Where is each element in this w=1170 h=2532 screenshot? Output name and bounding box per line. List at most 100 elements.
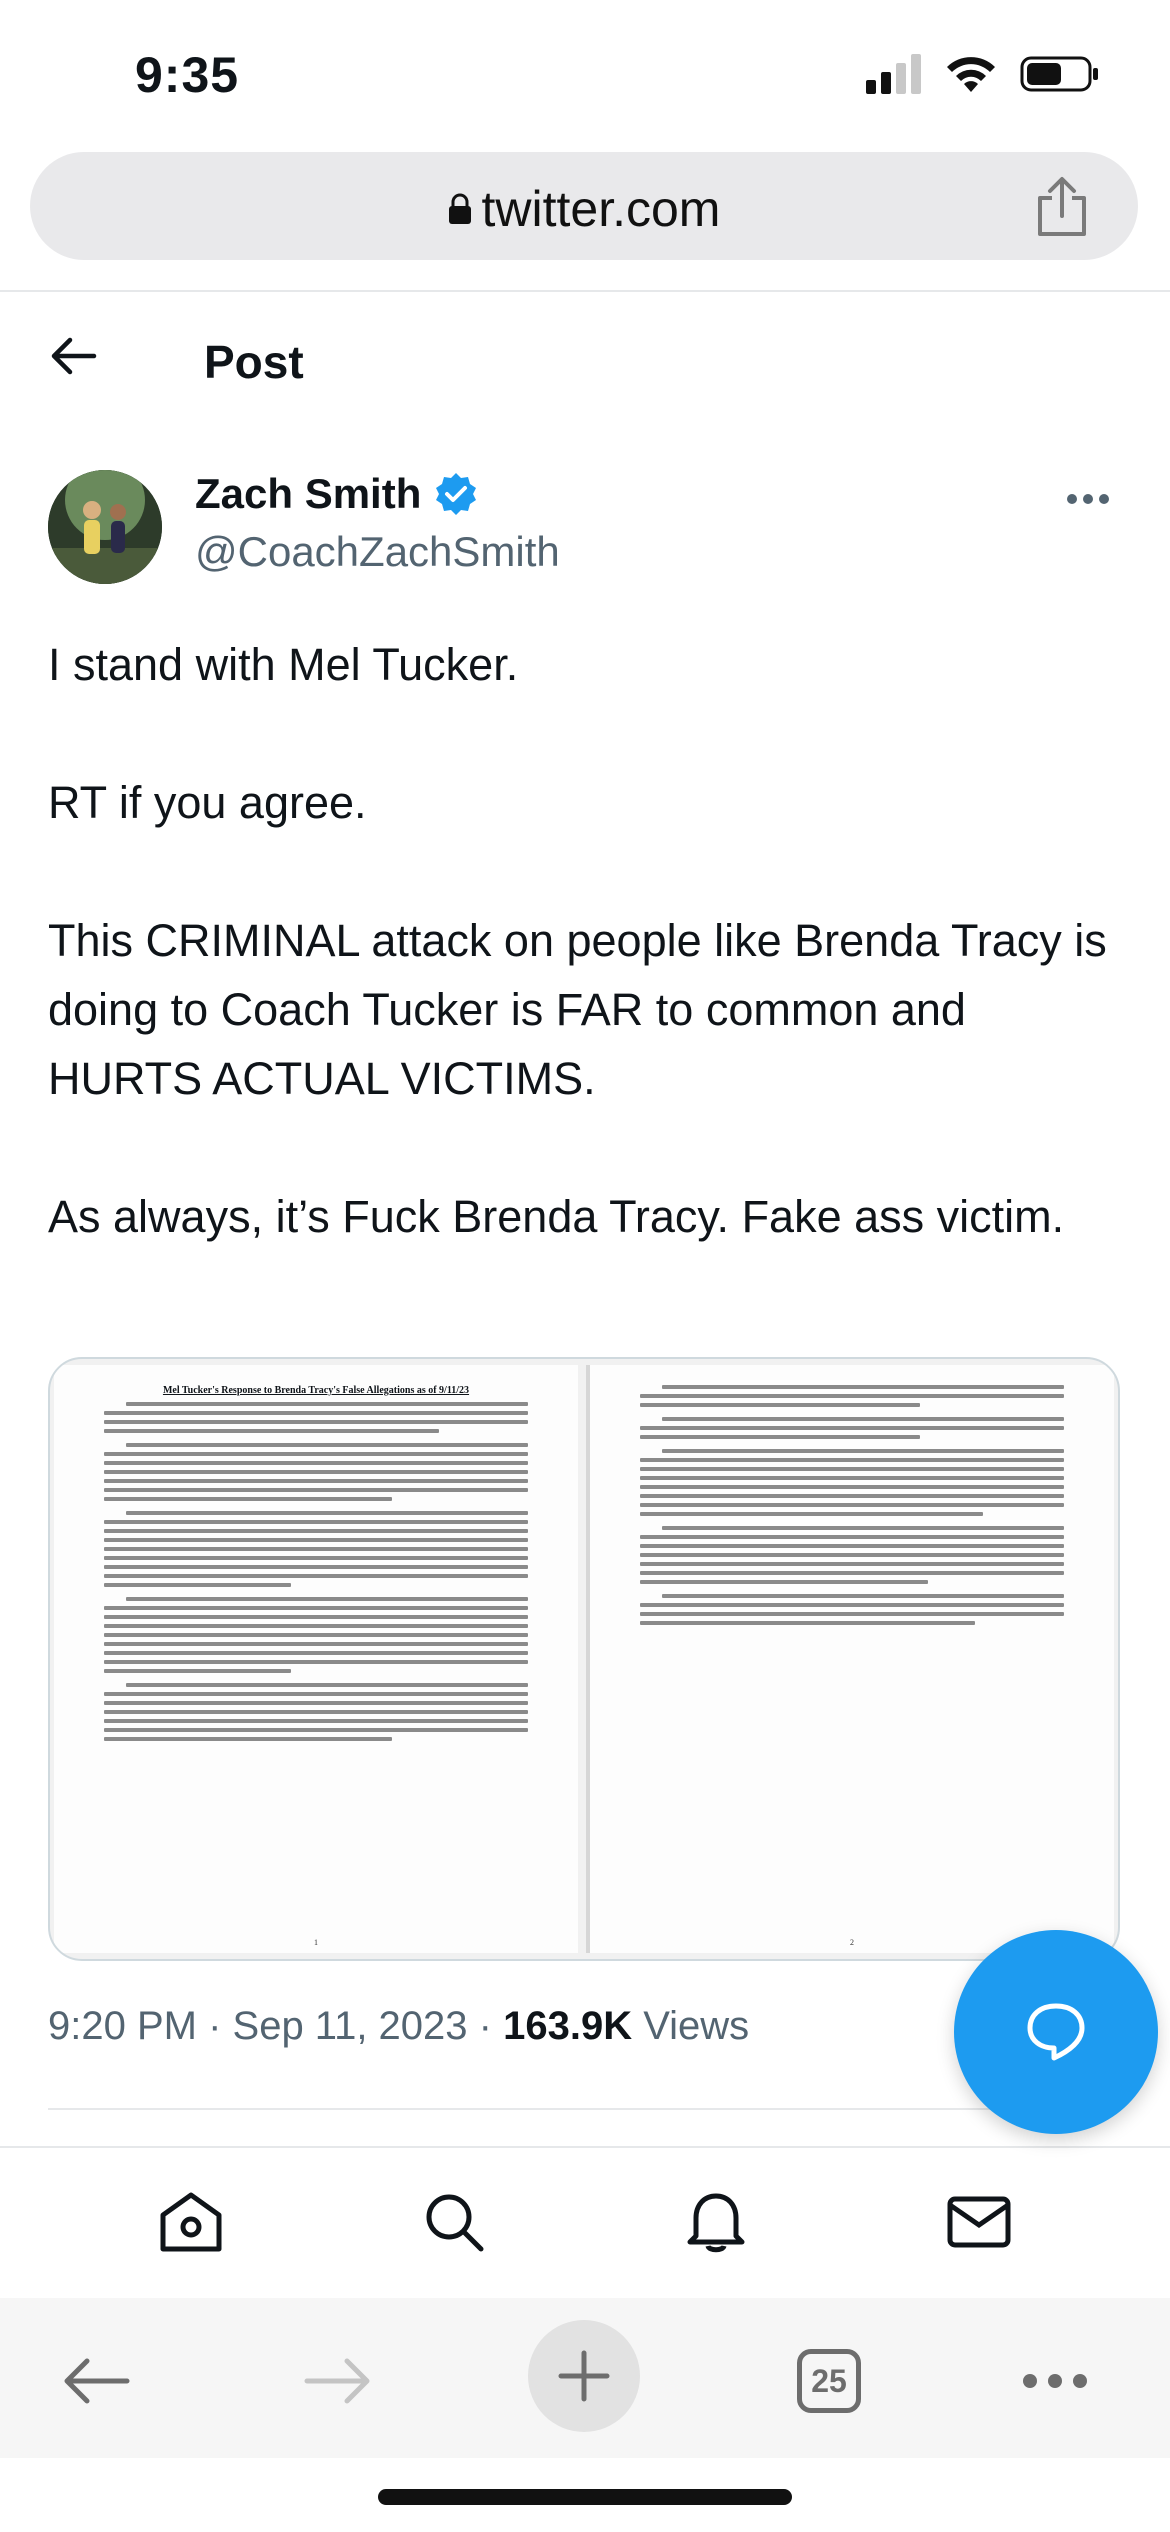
status-time: 9:35 [135, 47, 240, 103]
document-page-number: 1 [314, 1938, 318, 1947]
post-media-image[interactable]: Mel Tucker's Response to Brenda Tracy's … [48, 1357, 1120, 1961]
document-text-line [104, 1692, 528, 1696]
document-text-line [640, 1603, 1064, 1607]
tab-search[interactable] [404, 2172, 504, 2272]
document-text-line [104, 1615, 528, 1619]
meta-divider [48, 2108, 1122, 2110]
more-horizontal-icon [1023, 2374, 1087, 2388]
document-text-line [126, 1683, 528, 1687]
tab-home[interactable] [141, 2172, 241, 2272]
author-name[interactable]: Zach Smith [195, 470, 479, 518]
new-tab-button[interactable] [528, 2320, 640, 2432]
document-text-line [126, 1511, 528, 1515]
tabs-count: 25 [797, 2349, 861, 2413]
document-text-block [640, 1526, 1064, 1584]
browser-forward-button[interactable] [284, 2326, 394, 2436]
document-text-line [104, 1461, 528, 1465]
cellular-signal-icon [866, 54, 921, 94]
document-text-line [104, 1479, 528, 1483]
document-page-2: 2 [586, 1365, 1114, 1953]
page-title: Post [204, 336, 304, 388]
document-text-line [104, 1728, 528, 1732]
document-text-line [104, 1633, 528, 1637]
document-text-line [104, 1583, 291, 1587]
document-text-line [640, 1621, 975, 1625]
post-metadata: 9:20 PM · Sep 11, 2023 · 163.9K Views [48, 2004, 750, 2048]
document-text-line [640, 1485, 1064, 1489]
document-text-line [640, 1571, 1064, 1575]
document-text-line [104, 1669, 291, 1673]
document-text-line [662, 1594, 1064, 1598]
document-text-line [104, 1701, 528, 1705]
document-text-line [662, 1417, 1064, 1421]
wifi-icon [947, 57, 995, 92]
document-text-line [640, 1458, 1064, 1462]
tab-notifications[interactable] [666, 2172, 766, 2272]
status-icons [866, 54, 1100, 94]
address-bar[interactable]: twitter.com [30, 152, 1138, 260]
document-text-line [104, 1429, 439, 1433]
document-text-line [104, 1420, 528, 1424]
document-text-block [104, 1443, 528, 1501]
author-handle[interactable]: @CoachZachSmith [195, 528, 560, 576]
document-text-line [104, 1411, 528, 1415]
document-text-line [104, 1624, 528, 1628]
share-icon [1038, 177, 1086, 236]
document-text-line [640, 1426, 1064, 1430]
avatar[interactable] [48, 470, 162, 584]
document-text-block [640, 1417, 1064, 1439]
document-text-line [104, 1719, 528, 1723]
share-button[interactable] [1034, 176, 1090, 243]
document-text-line [104, 1565, 528, 1569]
document-page-1: Mel Tucker's Response to Brenda Tracy's … [54, 1365, 578, 1953]
document-text-block [104, 1683, 528, 1741]
document-text-line [126, 1443, 528, 1447]
document-text-line [640, 1394, 1064, 1398]
document-text-line [104, 1520, 528, 1524]
document-text-line [104, 1606, 528, 1610]
document-text-line [104, 1470, 528, 1474]
document-text-line [104, 1737, 393, 1741]
post-paragraph: I stand with Mel Tucker. [48, 639, 519, 690]
document-text-line [640, 1562, 1064, 1566]
browser-more-button[interactable] [1000, 2326, 1110, 2436]
compose-button[interactable] [954, 1930, 1158, 2134]
document-text-line [126, 1597, 528, 1601]
document-heading: Mel Tucker's Response to Brenda Tracy's … [162, 1385, 470, 1396]
document-text-block [640, 1594, 1064, 1625]
document-text-line [662, 1526, 1064, 1530]
post-paragraph: This CRIMINAL attack on people like Bren… [48, 915, 1107, 1104]
document-text-line [104, 1497, 393, 1501]
app-tab-bar [0, 2148, 1170, 2296]
more-horizontal-icon [1067, 494, 1109, 504]
document-text-line [640, 1553, 1064, 1557]
document-text-line [104, 1651, 528, 1655]
post-date: Sep 11, 2023 [232, 2004, 468, 2048]
views-label: Views [643, 2004, 750, 2048]
plus-icon [558, 2350, 610, 2402]
document-text-line [640, 1535, 1064, 1539]
bell-icon [687, 2193, 745, 2253]
document-text-line [640, 1435, 920, 1439]
tab-messages[interactable] [929, 2172, 1029, 2272]
more-options-button[interactable] [1066, 492, 1110, 511]
battery-icon [1020, 56, 1098, 92]
document-text-line [104, 1529, 528, 1533]
document-text-line [104, 1488, 528, 1492]
back-button[interactable] [48, 335, 98, 382]
avatar-image [48, 470, 162, 584]
tabs-button[interactable]: 25 [774, 2326, 884, 2436]
document-text-line [640, 1403, 920, 1407]
document-text-line [640, 1580, 929, 1584]
lock-icon [448, 193, 471, 224]
document-text-line [104, 1452, 528, 1456]
document-text-line [640, 1467, 1064, 1471]
document-text-line [104, 1574, 528, 1578]
arrow-left-icon [64, 2358, 130, 2404]
arrow-left-icon [51, 337, 97, 375]
browser-back-button[interactable] [40, 2326, 150, 2436]
document-text-line [104, 1556, 528, 1560]
document-text-block [104, 1402, 528, 1433]
document-text-line [640, 1494, 1064, 1498]
document-text-line [662, 1385, 1064, 1389]
